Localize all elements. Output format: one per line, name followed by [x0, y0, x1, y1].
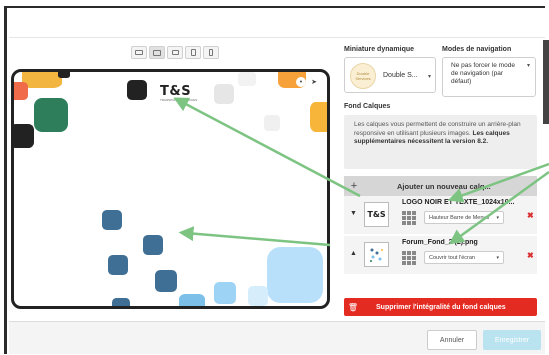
add-layer-label: Ajouter un nouveau calq... [397, 181, 491, 191]
position-grid-icon[interactable] [402, 251, 416, 265]
position-select[interactable]: Hauteur Barre de Menus ▾ [424, 211, 504, 224]
shape-yellow [22, 72, 62, 88]
device-switcher [131, 46, 219, 59]
shape-grey [214, 84, 234, 104]
shape-black-small [58, 72, 70, 78]
shape-blue-3 [108, 255, 128, 275]
save-button[interactable]: Enregistrer [483, 330, 541, 350]
tablet-preview: ‹ ▾ • ➤ T&S TRANSPORT & SERVICES [11, 69, 330, 309]
position-grid-icon[interactable] [402, 211, 416, 225]
move-up-icon[interactable]: ▲ [350, 250, 357, 257]
layer-row: ▼ T&S LOGO NOIR ET TEXTE_1024x10... Haut… [344, 196, 537, 234]
delete-all-layers-button[interactable]: 🗑 Supprimer l'intégralité du fond calque… [344, 298, 537, 316]
logo-text: T&S [160, 84, 192, 99]
shape-grey-light [238, 72, 256, 86]
send-icon[interactable]: ➤ [309, 77, 319, 87]
modal-header [9, 8, 545, 38]
preview-logo: T&S TRANSPORT & SERVICES [160, 84, 197, 102]
chevron-down-icon: ▾ [496, 255, 499, 261]
layer-thumbnail [364, 242, 389, 267]
nav-value: Ne pas forcer le mode de navigation (par… [451, 62, 515, 85]
nav-label: Modes de navigation [442, 46, 512, 53]
tablet-landscape-icon[interactable] [167, 46, 183, 59]
pattern-icon [369, 248, 383, 262]
delete-layer-icon[interactable]: ✖ [527, 211, 534, 220]
layer-row: ▲ Forum_Fond_2 (2).png Couvrir tout l'éc… [344, 236, 537, 274]
mini-value: Double S... [383, 72, 418, 79]
shape-sky-big [267, 247, 323, 303]
plus-icon: + [350, 180, 358, 192]
shape-orange [14, 82, 28, 100]
shape-sky-2 [214, 282, 236, 304]
shape-blue-1 [102, 210, 122, 230]
logo-subtitle: TRANSPORT & SERVICES [160, 98, 198, 102]
tablet-portrait-icon[interactable] [185, 46, 201, 59]
mini-label: Miniature dynamique [344, 46, 415, 53]
position-select[interactable]: Couvrir tout l'écran ▾ [424, 251, 504, 264]
add-layer-button[interactable]: + Ajouter un nouveau calq... [344, 176, 537, 196]
shape-blue-2 [143, 235, 163, 255]
shape-sky-3 [248, 286, 268, 306]
layer-name: LOGO NOIR ET TEXTE_1024x10... [402, 199, 515, 206]
nav-select[interactable]: Ne pas forcer le mode de navigation (par… [442, 57, 536, 97]
mini-thumb: Double Services [350, 63, 376, 89]
mini-select[interactable]: Double Services Double S... ▾ [344, 57, 436, 93]
scrollbar[interactable] [543, 40, 549, 124]
shape-black-center [127, 80, 147, 100]
home-button[interactable]: • [296, 77, 306, 87]
position-value: Hauteur Barre de Menus [429, 215, 490, 221]
thumb-logo: T&S [367, 210, 386, 219]
shape-green [34, 98, 68, 132]
shape-yellow-right [310, 102, 327, 132]
desktop-icon[interactable] [131, 46, 147, 59]
chevron-down-icon: ▾ [527, 63, 531, 69]
layer-name: Forum_Fond_2 (2).png [402, 239, 478, 246]
delete-all-label: Supprimer l'intégralité du fond calques [376, 303, 506, 311]
shape-black [14, 124, 34, 148]
shape-blue-5 [112, 298, 130, 306]
move-down-icon[interactable]: ▼ [350, 210, 357, 217]
delete-layer-icon[interactable]: ✖ [527, 251, 534, 260]
info-box: Les calques vous permettent de construir… [344, 115, 537, 169]
position-value: Couvrir tout l'écran [429, 255, 475, 261]
shape-blue-4 [155, 270, 177, 292]
chevron-down-icon: ▾ [428, 74, 432, 80]
shape-sky-1 [179, 294, 205, 306]
mobile-icon[interactable] [203, 46, 219, 59]
laptop-icon[interactable] [149, 46, 165, 59]
layer-thumbnail: T&S [364, 202, 389, 227]
chevron-down-icon: ▾ [496, 215, 499, 221]
fond-label: Fond Calques [344, 103, 391, 110]
trash-icon: 🗑 [347, 302, 359, 312]
cancel-button[interactable]: Annuler [427, 330, 477, 350]
shape-grey-2 [264, 115, 280, 131]
